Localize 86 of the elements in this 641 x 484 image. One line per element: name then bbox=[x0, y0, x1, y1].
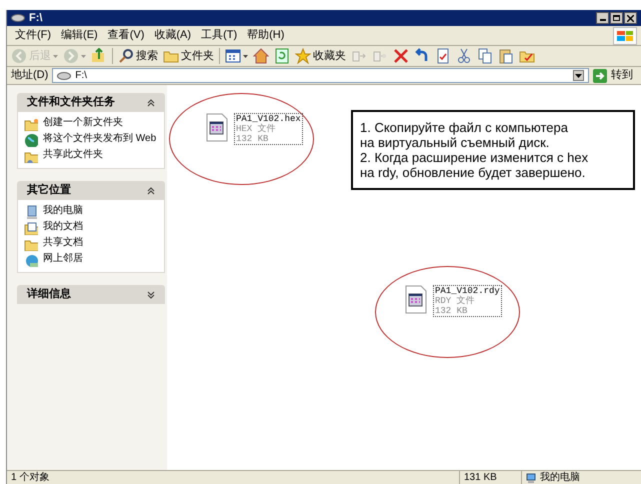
status-location: 我的电脑 bbox=[521, 471, 641, 484]
home-icon bbox=[253, 48, 269, 64]
copy-icon bbox=[477, 48, 493, 64]
panel-title: 其它位置 bbox=[27, 182, 71, 198]
refresh-icon bbox=[274, 48, 290, 64]
annotation-text: 1. Скопируйте файл с компьютера bbox=[360, 120, 569, 135]
window-title: F:\ bbox=[29, 10, 42, 26]
properties-icon bbox=[435, 48, 451, 64]
panel-header[interactable]: 文件和文件夹任务 bbox=[17, 93, 165, 112]
paste-icon bbox=[498, 48, 514, 64]
annotation-text: на виртуальный съемный диск. bbox=[360, 135, 550, 150]
toolbar-button[interactable] bbox=[498, 48, 514, 64]
file-type: HEX 文件 bbox=[236, 124, 277, 134]
drive-icon bbox=[11, 14, 25, 22]
menu-item[interactable]: 编辑(E) bbox=[61, 27, 98, 44]
caret-icon bbox=[243, 54, 248, 58]
file-label[interactable]: PA1_V102.hex HEX 文件 132 KB bbox=[234, 113, 303, 145]
caret-icon bbox=[575, 74, 582, 78]
minimize-button[interactable] bbox=[596, 12, 609, 24]
task-link[interactable]: 创建一个新文件夹 bbox=[43, 117, 123, 129]
computer-icon bbox=[526, 472, 536, 482]
file-type: RDY 文件 bbox=[435, 296, 476, 306]
panel-header[interactable]: 其它位置 bbox=[17, 181, 165, 200]
toolbar-button[interactable] bbox=[456, 48, 472, 64]
back-icon bbox=[11, 48, 27, 64]
menu-item[interactable]: 收藏(A) bbox=[154, 27, 192, 44]
caret-icon bbox=[53, 54, 58, 58]
forward-icon bbox=[63, 48, 79, 64]
toolbar-button[interactable] bbox=[253, 48, 269, 64]
undo-icon bbox=[414, 48, 430, 64]
toolbar-button[interactable] bbox=[91, 48, 107, 64]
dropdown-button[interactable] bbox=[573, 70, 584, 81]
folder-icon bbox=[24, 117, 38, 131]
task-link[interactable]: 网上邻居 bbox=[43, 253, 83, 265]
documents-icon bbox=[24, 221, 38, 235]
close-button[interactable] bbox=[624, 12, 637, 24]
panel-title: 文件和文件夹任务 bbox=[27, 94, 115, 110]
arrow-icon bbox=[593, 68, 607, 82]
address-field[interactable]: F:\ bbox=[52, 68, 589, 83]
toolbar-button[interactable]: 文件夹 bbox=[163, 48, 214, 64]
search-icon bbox=[118, 48, 134, 64]
file-icon bbox=[205, 113, 229, 143]
menu-item[interactable]: 帮助(H) bbox=[247, 27, 284, 44]
file-size: 132 KB bbox=[236, 134, 270, 144]
menu-item[interactable]: 文件(F) bbox=[15, 27, 52, 44]
file-icon bbox=[404, 285, 428, 315]
file-label[interactable]: PA1_V102.rdy RDY 文件 132 KB bbox=[433, 285, 502, 317]
toolbar-button[interactable] bbox=[225, 48, 248, 64]
annotation-text: 2. Когда расширение изменится с hex bbox=[360, 150, 590, 165]
panel-header[interactable]: 详细信息 bbox=[17, 285, 165, 304]
close-icon bbox=[627, 14, 634, 22]
toolbar-button[interactable]: 收藏夹 bbox=[295, 48, 346, 64]
delete-icon bbox=[393, 48, 409, 64]
task-link[interactable]: 将这个文件夹发布到 Web bbox=[43, 133, 156, 145]
star-icon bbox=[295, 48, 311, 64]
file-name: PA1_V102.rdy bbox=[435, 286, 500, 296]
task-link[interactable]: 我的电脑 bbox=[43, 205, 83, 217]
views-icon bbox=[225, 48, 241, 64]
file-name: PA1_V102.hex bbox=[236, 114, 301, 124]
menu-item[interactable]: 查看(V) bbox=[108, 27, 144, 44]
panel-title: 详细信息 bbox=[27, 286, 71, 302]
up-folder-icon bbox=[91, 48, 107, 64]
toolbar-button[interactable] bbox=[393, 48, 409, 64]
address-label: 地址(D) bbox=[11, 68, 48, 84]
task-link[interactable]: 共享文档 bbox=[43, 237, 83, 249]
toolbar-button[interactable] bbox=[477, 48, 493, 64]
status-size: 131 KB bbox=[459, 471, 521, 484]
go-button[interactable]: 转到 bbox=[593, 67, 641, 84]
caret-icon bbox=[81, 54, 86, 58]
windows-logo bbox=[613, 26, 637, 44]
status-text: 1 个对象 bbox=[10, 471, 50, 484]
scissors-icon bbox=[456, 48, 472, 64]
menu-item[interactable]: 工具(T) bbox=[201, 27, 238, 44]
globe-icon bbox=[24, 133, 38, 147]
toolbar-button[interactable] bbox=[414, 48, 430, 64]
task-link[interactable]: 共享此文件夹 bbox=[43, 149, 103, 161]
drive-icon bbox=[57, 72, 72, 80]
toolbar-button[interactable] bbox=[435, 48, 451, 64]
toolbar-button[interactable] bbox=[274, 48, 290, 64]
toolbar-button[interactable]: 搜索 bbox=[118, 48, 158, 64]
computer-icon bbox=[24, 205, 38, 219]
annotation-text: на rdy, обновление будет завершено. bbox=[360, 165, 586, 180]
maximize-button[interactable] bbox=[610, 12, 623, 24]
task-link[interactable]: 我的文档 bbox=[43, 221, 83, 233]
globe-icon bbox=[24, 253, 38, 267]
file-size: 132 KB bbox=[435, 306, 468, 316]
